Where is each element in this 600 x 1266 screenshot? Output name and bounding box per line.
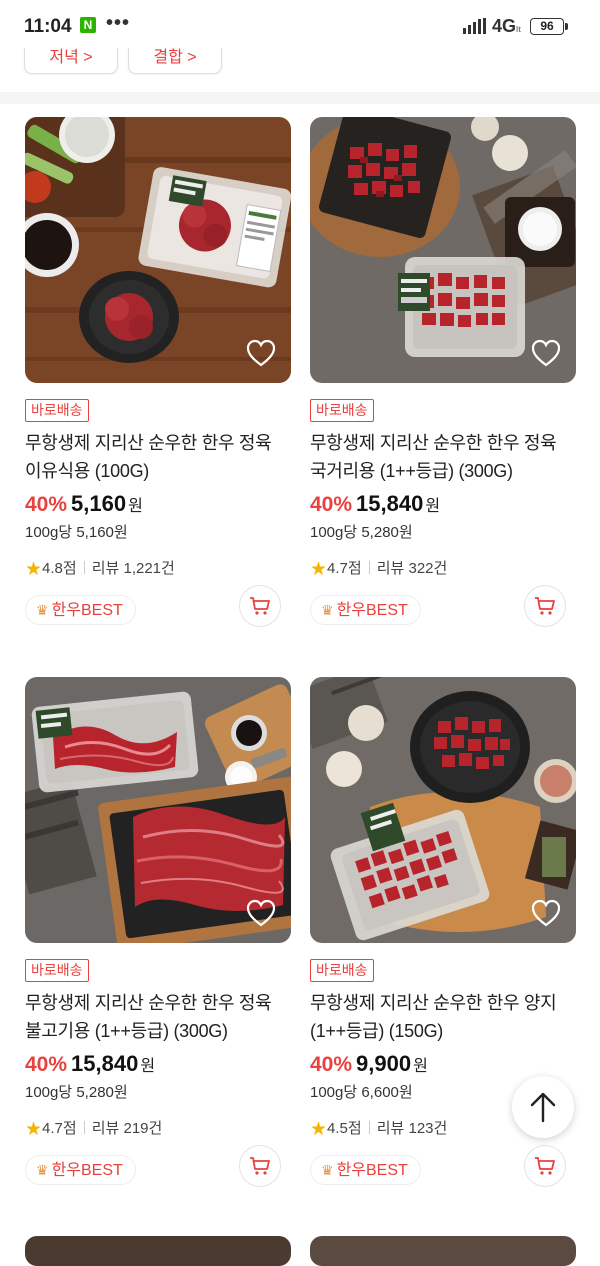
star-icon: ★ (310, 1119, 328, 1140)
signal-icon (463, 18, 486, 34)
discount-rate: 40% (25, 493, 68, 516)
heart-icon[interactable] (243, 335, 279, 371)
divider (83, 561, 85, 574)
unit-price: 100g당 5,280원 (310, 524, 413, 541)
unit-price: 100g당 5,160원 (25, 524, 128, 541)
discount-rate: 40% (310, 1053, 353, 1076)
rating-row: ★4.7점 리뷰 322건 (310, 557, 447, 581)
status-bar: 11:04 N ••• 4Glt 96 (0, 0, 600, 52)
product-image[interactable] (25, 677, 291, 943)
heart-icon[interactable] (528, 335, 564, 371)
section-divider (0, 92, 600, 104)
network-type: 4Glt (492, 16, 521, 36)
product-title[interactable]: 무항생제 지리산 순우한 한우 정육 불고기용 (1++등급) (300G) (25, 989, 291, 1045)
best-tag-label: 한우BEST (336, 1162, 408, 1179)
fast-delivery-badge: 바로배송 (25, 399, 89, 422)
fast-delivery-badge: 바로배송 (310, 959, 374, 982)
best-tag[interactable]: ♛ 한우BEST (310, 1155, 421, 1185)
review-count: 리뷰 322건 (376, 560, 448, 577)
best-tag-label: 한우BEST (336, 602, 408, 619)
discount-rate: 40% (310, 493, 353, 516)
product-image[interactable] (310, 677, 576, 943)
rating-row: ★4.7점 리뷰 219건 (25, 1117, 162, 1141)
cart-icon (250, 1157, 270, 1175)
best-tag-label: 한우BEST (51, 602, 123, 619)
sale-price: 15,840 (71, 1051, 139, 1076)
sale-price: 9,900 (356, 1051, 412, 1076)
product-title[interactable]: 무항생제 지리산 순우한 한우 정육 이유식용 (100G) (25, 429, 291, 485)
crown-icon: ♛ (321, 1162, 334, 1178)
divider (368, 561, 370, 574)
add-to-cart-button[interactable] (524, 585, 566, 627)
discount-rate: 40% (25, 1053, 68, 1076)
currency-unit: 원 (425, 498, 441, 515)
add-to-cart-button[interactable] (239, 585, 281, 627)
price-row: 40% 5,160 원 (25, 491, 143, 519)
unit-price: 100g당 6,600원 (310, 1084, 413, 1101)
crown-icon: ♛ (36, 1162, 49, 1178)
arrow-up-icon (530, 1092, 556, 1123)
product-image[interactable] (25, 117, 291, 383)
add-to-cart-button[interactable] (524, 1145, 566, 1187)
best-tag-label: 한우BEST (51, 1162, 123, 1179)
divider (83, 1121, 85, 1134)
status-time: 11:04 (24, 16, 72, 37)
rating-score: 4.7점 (327, 560, 362, 577)
unit-price: 100g당 5,280원 (25, 1084, 128, 1101)
battery-icon: 96 (530, 18, 568, 35)
review-count: 리뷰 219건 (91, 1120, 163, 1137)
next-product-image[interactable] (25, 1236, 291, 1266)
sale-price: 5,160 (71, 491, 127, 516)
fast-delivery-badge: 바로배송 (310, 399, 374, 422)
cart-icon (250, 597, 270, 615)
crown-icon: ♛ (321, 602, 334, 618)
best-tag[interactable]: ♛ 한우BEST (25, 1155, 136, 1185)
currency-unit: 원 (128, 498, 143, 515)
best-tag[interactable]: ♛ 한우BEST (25, 595, 136, 625)
heart-icon[interactable] (243, 895, 279, 931)
cart-icon (535, 1157, 555, 1175)
price-row: 40% 9,900 원 (310, 1051, 428, 1079)
product-title[interactable]: 무항생제 지리산 순우한 한우 양지 (1++등급) (150G) (310, 989, 576, 1045)
review-count: 리뷰 1,221건 (91, 560, 175, 577)
rating-row: ★4.8점 리뷰 1,221건 (25, 557, 175, 581)
category-chip-row: 저녁 > 결합 > (0, 48, 600, 92)
add-to-cart-button[interactable] (239, 1145, 281, 1187)
divider (368, 1121, 370, 1134)
product-title[interactable]: 무항생제 지리산 순우한 한우 정육 국거리용 (1++등급) (300G) (310, 429, 576, 485)
rating-score: 4.8점 (42, 560, 77, 577)
star-icon: ★ (310, 559, 328, 580)
rating-score: 4.7점 (42, 1120, 77, 1137)
sale-price: 15,840 (356, 491, 424, 516)
fast-delivery-badge: 바로배송 (25, 959, 89, 982)
heart-icon[interactable] (528, 895, 564, 931)
currency-unit: 원 (413, 1058, 428, 1075)
best-tag[interactable]: ♛ 한우BEST (310, 595, 421, 625)
cart-icon (535, 597, 555, 615)
more-notifications-icon: ••• (106, 12, 131, 34)
naver-notification-icon: N (80, 17, 96, 33)
next-product-image[interactable] (310, 1236, 576, 1266)
chip-dinner[interactable]: 저녁 > (24, 48, 118, 74)
price-row: 40% 15,840 원 (25, 1051, 155, 1079)
currency-unit: 원 (140, 1058, 156, 1075)
scroll-to-top-button[interactable] (512, 1076, 574, 1138)
review-count: 리뷰 123건 (376, 1120, 448, 1137)
price-row: 40% 15,840 원 (310, 491, 440, 519)
rating-score: 4.5점 (327, 1120, 362, 1137)
chip-combo[interactable]: 결합 > (128, 48, 222, 74)
crown-icon: ♛ (36, 602, 49, 618)
star-icon: ★ (25, 559, 43, 580)
product-image[interactable] (310, 117, 576, 383)
star-icon: ★ (25, 1119, 43, 1140)
rating-row: ★4.5점 리뷰 123건 (310, 1117, 447, 1141)
